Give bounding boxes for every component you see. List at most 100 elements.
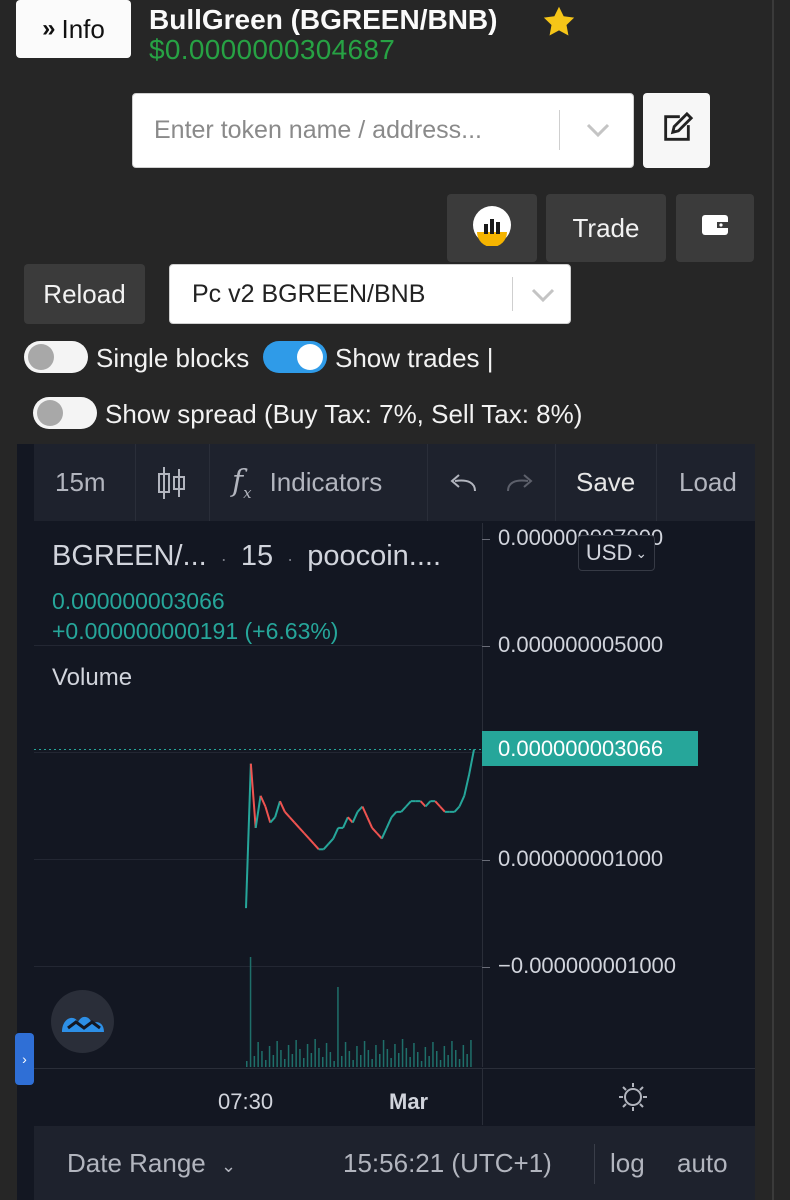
wallet-icon (700, 212, 730, 245)
star-icon[interactable] (541, 4, 577, 45)
price-segment (463, 774, 471, 797)
price-segment (385, 816, 393, 829)
chevron-down-icon[interactable] (530, 285, 556, 310)
volume-bar (363, 1041, 366, 1067)
price-tick: 0.000000005000 (498, 632, 664, 657)
volume-bar (458, 1059, 461, 1067)
price-segment (254, 795, 262, 829)
log-scale-button[interactable]: log (610, 1148, 645, 1179)
volume-bar (386, 1049, 389, 1067)
token-price: $0.0000000304687 (149, 34, 396, 65)
volume-bar (367, 1050, 370, 1067)
volume-bar (360, 1055, 362, 1067)
volume-bar (325, 1043, 328, 1067)
volume-bar (341, 1056, 343, 1067)
single-blocks-toggle[interactable] (24, 341, 88, 373)
info-button[interactable]: » Info (16, 0, 131, 58)
edit-button[interactable] (643, 93, 710, 168)
price-segment (400, 805, 407, 813)
volume-bar (371, 1059, 373, 1067)
price-tick: −0.000000001000 (498, 953, 677, 978)
price-segment (351, 811, 359, 823)
indicators-button[interactable]: fx Indicators (232, 444, 382, 521)
tradingview-logo-icon[interactable] (51, 990, 114, 1053)
price-segment (390, 811, 398, 818)
price-segment (284, 811, 291, 818)
chevron-down-icon: ⌄ (221, 1156, 237, 1176)
volume-bar (295, 1040, 297, 1067)
current-price-label: 0.000000003066 (482, 731, 698, 766)
auto-scale-button[interactable]: auto (677, 1148, 728, 1179)
price-segment (288, 816, 296, 824)
chart-panel: 15m fx Indicators Save Load BGREEN/... ·… (17, 444, 755, 1200)
volume-bar (417, 1052, 419, 1067)
redo-icon[interactable] (504, 444, 536, 521)
price-segment (279, 800, 286, 813)
volume-bar (356, 1046, 358, 1067)
price-tick: 0.000000001000 (498, 846, 664, 871)
legend-interval: 15 (240, 540, 274, 572)
undo-icon[interactable] (447, 444, 479, 521)
volume-bar (379, 1054, 381, 1067)
time-axis[interactable]: 07:30 Mar (34, 1068, 755, 1125)
price-axis[interactable]: 0.000000007000 0.000000005000 0.00000000… (482, 523, 755, 1067)
legend-symbol-row: BGREEN/... · 15 · poocoin.... (52, 540, 442, 572)
price-segment (313, 843, 320, 850)
settings-icon[interactable] (617, 1081, 649, 1118)
token-title: BullGreen (BGREEN/BNB) (149, 4, 498, 35)
currency-select[interactable]: USD ⌄ (578, 535, 655, 571)
price-segment (303, 832, 310, 840)
chart-button[interactable] (447, 194, 537, 262)
candle-type-icon[interactable] (156, 444, 188, 521)
price-segment (245, 763, 252, 909)
side-panel-toggle[interactable]: › (15, 1033, 34, 1085)
price-segment (380, 827, 388, 840)
volume-bar (428, 1056, 430, 1067)
date-range-button[interactable]: Date Range ⌄ (67, 1148, 236, 1179)
volume-bar (432, 1042, 434, 1067)
divider (559, 110, 560, 150)
show-spread-toggle[interactable] (33, 397, 97, 429)
time-tick: Mar (389, 1089, 429, 1114)
price-segment (371, 827, 378, 834)
volume-bar (329, 1052, 332, 1067)
volume-bar (299, 1049, 301, 1067)
reload-button[interactable]: Reload (24, 264, 145, 324)
volume-bar (280, 1050, 282, 1067)
currency-label: USD (585, 540, 633, 565)
volume-bar (261, 1051, 263, 1067)
price-segment (264, 806, 272, 823)
date-range-label: Date Range (67, 1148, 206, 1178)
price-segment (419, 800, 427, 808)
volume-bar (470, 1040, 472, 1067)
price-segment (458, 795, 466, 807)
chevron-down-icon: ⌄ (635, 544, 648, 561)
interval-button[interactable]: 15m (55, 444, 106, 521)
chevron-down-icon[interactable] (585, 120, 611, 145)
volume-bar (413, 1043, 415, 1067)
load-button[interactable]: Load (679, 444, 737, 521)
price-segment (366, 816, 374, 829)
price-segment (424, 800, 432, 808)
volume-bar (401, 1039, 404, 1067)
wallet-button[interactable] (676, 194, 754, 262)
function-icon: fx (232, 463, 252, 502)
single-blocks-label: Single blocks (96, 343, 250, 373)
show-trades-toggle[interactable] (263, 341, 327, 373)
volume-bar (306, 1044, 309, 1067)
price-segment (308, 837, 315, 845)
edit-icon (660, 111, 694, 150)
save-button[interactable]: Save (576, 444, 635, 521)
pair-select[interactable]: Pc v2 BGREEN/BNB (169, 264, 571, 324)
token-search-input[interactable]: Enter token name / address... (132, 93, 634, 168)
price-segment (249, 763, 257, 828)
chart-bottom-bar: Date Range ⌄ 15:56:21 (UTC+1) log auto (34, 1126, 755, 1200)
volume-bar (291, 1054, 294, 1067)
volume-bar (375, 1045, 377, 1067)
pair-select-value: Pc v2 BGREEN/BNB (192, 280, 426, 308)
volume-bar (268, 1046, 271, 1067)
trade-button[interactable]: Trade (546, 194, 666, 262)
price-segment (293, 821, 301, 829)
legend-source: poocoin.... (307, 540, 442, 572)
volume-bar (314, 1039, 316, 1067)
